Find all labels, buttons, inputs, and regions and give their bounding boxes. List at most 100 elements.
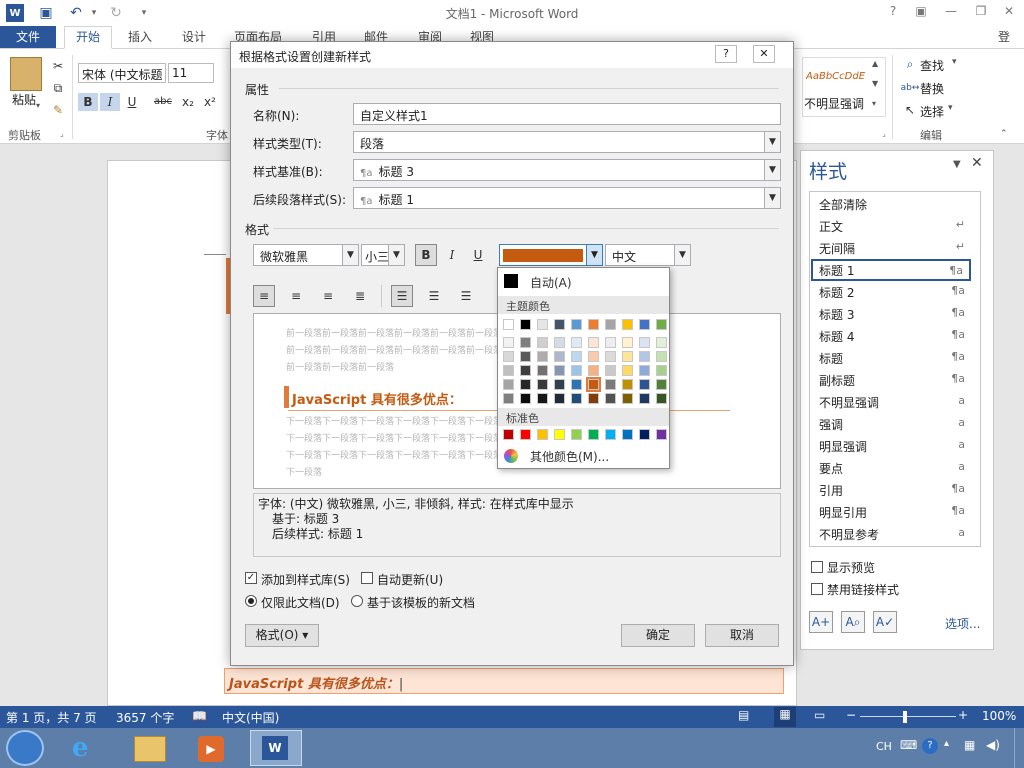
color-swatch[interactable] <box>639 429 650 440</box>
replace-button[interactable]: 替换 <box>920 80 944 97</box>
name-input[interactable]: 自定义样式1 <box>353 103 781 125</box>
style-list-item[interactable]: 强调 a <box>811 413 971 435</box>
color-swatch[interactable] <box>639 365 650 376</box>
color-swatch[interactable] <box>571 351 582 362</box>
style-list-item[interactable]: 不明显强调 a <box>811 391 971 413</box>
select-dropdown-icon[interactable]: ▾ <box>948 103 953 113</box>
color-swatch[interactable] <box>639 351 650 362</box>
color-swatch[interactable] <box>503 351 514 362</box>
next-style-select[interactable]: ¶a 标题 1 ▼ <box>353 187 781 209</box>
based-on-select[interactable]: ¶a 标题 3 ▼ <box>353 159 781 181</box>
show-preview-checkbox[interactable] <box>811 561 823 573</box>
single-spacing-button[interactable]: ☰ <box>391 285 413 307</box>
underline-toggle[interactable]: U <box>467 244 489 266</box>
color-swatch[interactable] <box>588 429 599 440</box>
color-swatch[interactable] <box>520 379 531 390</box>
color-swatch[interactable] <box>537 393 548 404</box>
color-swatch[interactable] <box>503 365 514 376</box>
color-swatch[interactable] <box>656 365 667 376</box>
new-style-icon[interactable]: A+ <box>809 611 833 633</box>
color-swatch[interactable] <box>639 393 650 404</box>
color-swatch[interactable] <box>588 365 599 376</box>
select-button[interactable]: 选择 <box>920 103 944 120</box>
find-button[interactable]: 查找 <box>920 57 944 74</box>
color-swatch[interactable] <box>520 365 531 376</box>
font-select[interactable]: 微软雅黑 ▼ <box>253 244 359 266</box>
style-inspector-icon[interactable]: A⌕ <box>841 611 865 633</box>
color-swatch[interactable] <box>605 393 616 404</box>
color-swatch[interactable] <box>622 365 633 376</box>
ie-icon[interactable]: e <box>72 734 102 762</box>
copy-icon[interactable]: ⧉ <box>48 79 68 97</box>
color-swatch[interactable] <box>622 393 633 404</box>
color-swatch[interactable] <box>586 377 601 392</box>
print-layout-icon[interactable]: ▦ <box>774 707 796 727</box>
style-list-item[interactable]: 标题 4 ¶a <box>811 325 971 347</box>
color-swatch[interactable] <box>554 379 565 390</box>
read-mode-icon[interactable]: ▤ <box>738 708 749 722</box>
color-swatch[interactable] <box>639 379 650 390</box>
paste-button[interactable]: 粘贴 <box>12 91 36 108</box>
manage-styles-icon[interactable]: A✓ <box>873 611 897 633</box>
color-swatch[interactable] <box>588 393 599 404</box>
strikethrough-button[interactable]: abc <box>150 93 176 111</box>
new-template-radio[interactable] <box>351 595 363 607</box>
style-list-item[interactable]: 副标题 ¶a <box>811 369 971 391</box>
color-swatch[interactable] <box>537 379 548 390</box>
automatic-color-option[interactable]: 自动(A) <box>530 274 572 291</box>
tab-insert[interactable]: 插入 <box>122 28 158 48</box>
more-colors-option[interactable]: 其他颜色(M)... <box>530 448 609 465</box>
color-swatch[interactable] <box>503 337 514 348</box>
dialog-close-button[interactable]: ✕ <box>753 45 775 63</box>
color-swatch[interactable] <box>605 379 616 390</box>
color-swatch[interactable] <box>605 337 616 348</box>
align-left-button[interactable]: ≡ <box>253 285 275 307</box>
zoom-out-icon[interactable]: − <box>846 708 856 722</box>
gallery-more-icon[interactable]: ▾ <box>872 99 876 108</box>
color-swatch[interactable] <box>520 351 531 362</box>
color-swatch[interactable] <box>503 429 514 440</box>
style-type-select[interactable]: 段落 ▼ <box>353 131 781 153</box>
tray-expand-icon[interactable]: ▴ <box>944 738 949 749</box>
add-to-gallery-checkbox[interactable]: ✓ <box>245 572 257 584</box>
color-swatch[interactable] <box>605 351 616 362</box>
color-swatch[interactable] <box>639 319 650 330</box>
color-swatch[interactable] <box>571 379 582 390</box>
color-swatch[interactable] <box>520 393 531 404</box>
color-swatch[interactable] <box>503 393 514 404</box>
size-select[interactable]: 小三 ▼ <box>361 244 405 266</box>
color-swatch[interactable] <box>554 319 565 330</box>
color-swatch[interactable] <box>554 351 565 362</box>
find-icon[interactable]: ⌕ <box>900 55 920 73</box>
collapse-ribbon-icon[interactable]: ⌃ <box>1000 129 1008 139</box>
style-list-item[interactable]: 明显引用 ¶a <box>811 501 971 523</box>
style-list-item[interactable]: 全部清除 <box>811 193 971 215</box>
style-list-item[interactable]: 正文 ↵ <box>811 215 971 237</box>
color-swatch[interactable] <box>554 429 565 440</box>
style-list-item[interactable]: 无间隔 ↵ <box>811 237 971 259</box>
color-swatch[interactable] <box>503 319 514 330</box>
one-half-spacing-button[interactable]: ☰ <box>423 285 445 307</box>
double-spacing-button[interactable]: ☰ <box>455 285 477 307</box>
media-player-icon[interactable]: ▶ <box>198 736 224 762</box>
web-layout-icon[interactable]: ▭ <box>814 708 825 722</box>
close-icon[interactable]: ✕ <box>998 4 1020 22</box>
paste-icon[interactable] <box>10 57 42 91</box>
color-swatch[interactable] <box>520 429 531 440</box>
style-list-item[interactable]: 标题 ¶a <box>811 347 971 369</box>
align-center-button[interactable]: ≡ <box>285 285 307 307</box>
options-link[interactable]: 选项... <box>945 615 980 632</box>
color-swatch[interactable] <box>554 393 565 404</box>
zoom-level[interactable]: 100% <box>982 709 1016 723</box>
bold-toggle[interactable]: B <box>415 244 437 266</box>
zoom-slider-thumb[interactable] <box>903 711 907 723</box>
font-name-combo[interactable]: 宋体 (中文标题 <box>78 63 166 83</box>
disable-linked-checkbox[interactable] <box>811 583 823 595</box>
style-list-item[interactable]: 不明显参考 a <box>811 523 971 545</box>
login-link[interactable]: 登录 <box>992 28 1024 62</box>
help-button[interactable]: ? <box>882 4 904 22</box>
clipboard-launcher-icon[interactable]: ⌟ <box>60 129 64 138</box>
language-status[interactable]: 中文(中国) <box>222 709 279 726</box>
style-list-item[interactable]: 引用 ¶a <box>811 479 971 501</box>
color-swatch[interactable] <box>537 337 548 348</box>
